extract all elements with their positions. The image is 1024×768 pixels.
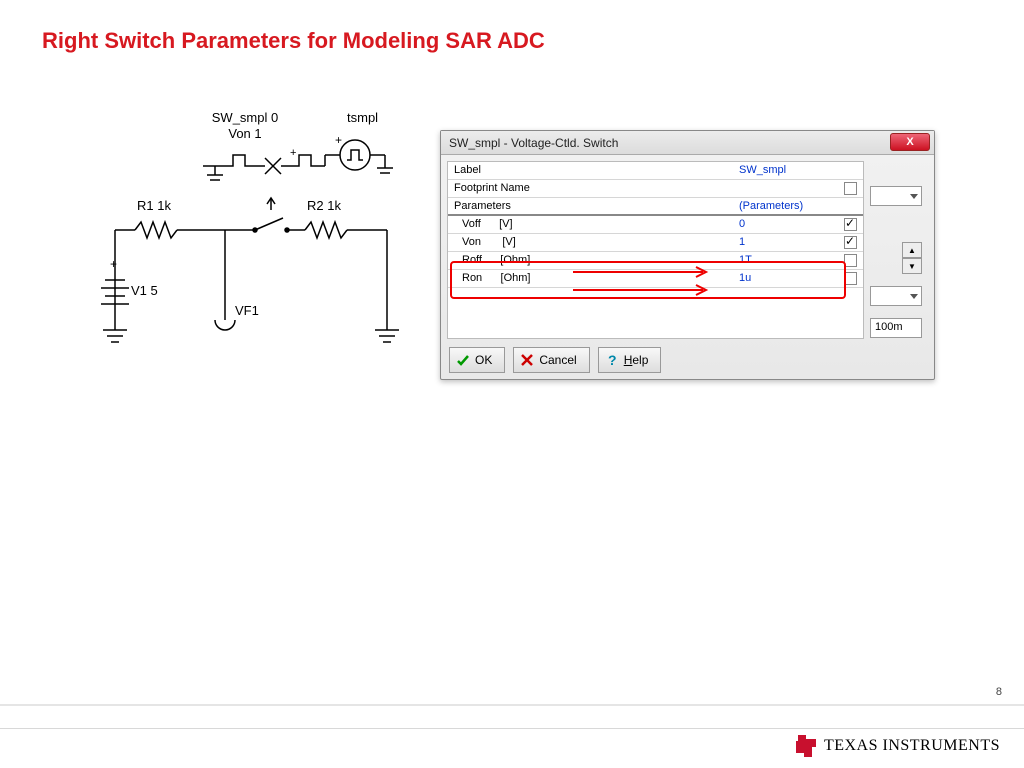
numeric-value-box[interactable]: 100m <box>870 318 922 338</box>
slide-title: Right Switch Parameters for Modeling SAR… <box>42 28 545 54</box>
circuit-v1: V1 5 <box>131 283 158 298</box>
cancel-button[interactable]: Cancel <box>513 347 589 373</box>
value-stepper: ▲ ▼ <box>902 242 922 274</box>
svg-text:?: ? <box>608 353 617 367</box>
x-icon <box>520 353 534 367</box>
row-von[interactable]: Von [V]1 <box>448 233 863 251</box>
dialog-button-bar: OK Cancel ? Help <box>449 347 661 373</box>
ok-label: OK <box>475 353 492 367</box>
ti-chip-icon <box>792 733 818 759</box>
help-label: Help <box>624 353 649 367</box>
circuit-r2: R2 1k <box>307 198 341 213</box>
step-down-button[interactable]: ▼ <box>902 258 922 274</box>
circuit-tsmpl: tsmpl <box>347 110 378 125</box>
dialog-title: SW_smpl - Voltage-Ctld. Switch <box>449 136 618 150</box>
unit-dropdown-2[interactable] <box>870 286 922 306</box>
checkbox-footprint[interactable] <box>844 182 857 195</box>
plus-label-3: + <box>290 147 296 159</box>
help-button[interactable]: ? Help <box>598 347 662 373</box>
row-footprint[interactable]: Footprint Name <box>448 179 863 197</box>
cancel-label: Cancel <box>539 353 576 367</box>
close-button[interactable]: X <box>890 133 930 151</box>
dialog-body: LabelSW_smpl Footprint Name Parameters(P… <box>447 161 864 339</box>
ti-logo: TEXAS INSTRUMENTS <box>792 732 1000 760</box>
row-voff[interactable]: Voff [V]0 <box>448 215 863 234</box>
row-label[interactable]: LabelSW_smpl <box>448 162 863 179</box>
dialog-titlebar[interactable]: SW_smpl - Voltage-Ctld. Switch X <box>441 131 934 155</box>
unit-dropdown-1[interactable] <box>870 186 922 206</box>
question-icon: ? <box>605 353 619 367</box>
circuit-vf1: VF1 <box>235 303 259 318</box>
ti-brand-text: TEXAS INSTRUMENTS <box>824 737 1000 755</box>
side-controls: ▲ ▼ 100m <box>870 186 928 338</box>
ok-button[interactable]: OK <box>449 347 505 373</box>
step-up-button[interactable]: ▲ <box>902 242 922 258</box>
circuit-r1: R1 1k <box>137 198 171 213</box>
circuit-diagram: SW_smpl 0 Von 1 tsmpl + R1 1k R2 1k + V1… <box>95 110 405 350</box>
footer-divider <box>0 704 1024 706</box>
plus-label: + <box>335 133 342 147</box>
page-number: 8 <box>996 686 1002 698</box>
check-icon <box>456 353 470 367</box>
checkbox-voff[interactable] <box>844 218 857 231</box>
circuit-sw-label: SW_smpl 0 <box>212 110 278 125</box>
highlight-arrows <box>568 262 738 302</box>
row-parameters[interactable]: Parameters(Parameters) <box>448 197 863 215</box>
plus-label-2: + <box>110 257 117 271</box>
switch-properties-dialog: SW_smpl - Voltage-Ctld. Switch X LabelSW… <box>440 130 935 380</box>
circuit-von-label: Von 1 <box>228 126 261 141</box>
checkbox-von[interactable] <box>844 236 857 249</box>
